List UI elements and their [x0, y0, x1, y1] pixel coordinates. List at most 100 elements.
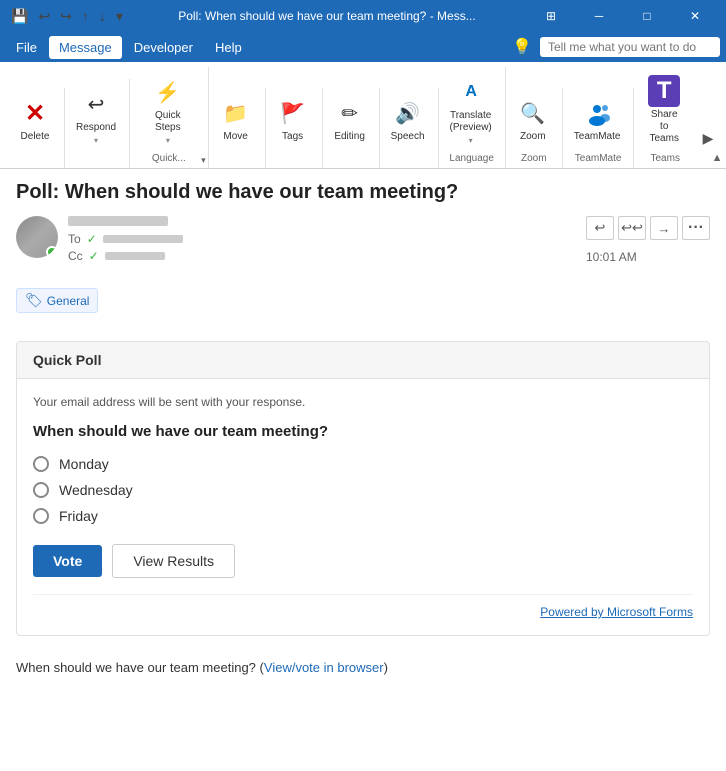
title-bar: 💾 ↩ ↪ ↑ ↓ ▾ Poll: When should we have ou…	[0, 0, 726, 32]
view-results-button[interactable]: View Results	[112, 544, 235, 578]
poll-footer: Powered by Microsoft Forms	[33, 594, 693, 619]
ribbon-group-tags: 🚩 Tags	[266, 88, 323, 168]
list-item[interactable]: Friday	[33, 508, 693, 524]
nav-time-area: ↩ ↩↩ → ··· 10:01 AM	[586, 216, 710, 264]
ribbon-group-teammate: TeamMate TeamMate	[563, 88, 635, 168]
share-teams-label: Share toTeams	[645, 109, 683, 145]
editing-button[interactable]: ✏ Editing	[327, 92, 373, 148]
poll-notice: Your email address will be sent with you…	[33, 395, 693, 409]
view-vote-browser-link[interactable]: View/vote in browser	[264, 660, 384, 675]
ribbon-group-zoom: 🔍 Zoom Zoom	[506, 88, 563, 168]
ribbon-group-move: 📁 Move	[209, 88, 266, 168]
radio-wednesday[interactable]	[33, 482, 49, 498]
vote-button[interactable]: Vote	[33, 545, 102, 577]
reply-all-button[interactable]: ↩↩	[618, 216, 646, 240]
email-nav-buttons: ↩ ↩↩ → ···	[586, 216, 710, 240]
category-area: 🏷 General	[16, 288, 710, 327]
forward-button[interactable]: →	[650, 216, 678, 240]
poll-card: Quick Poll Your email address will be se…	[16, 341, 710, 636]
window-title: Poll: When should we have our team meeti…	[126, 9, 528, 23]
ribbon-collapse-button[interactable]: ▲	[708, 148, 726, 168]
sender-name-placeholder	[68, 216, 168, 226]
to-check-icon: ✓	[87, 232, 97, 246]
microsoft-forms-link[interactable]: Powered by Microsoft Forms	[540, 605, 693, 619]
email-meta-info: To ✓ Cc ✓	[68, 216, 586, 266]
restore-button[interactable]: □	[624, 0, 670, 32]
redo-icon[interactable]: ↪	[57, 6, 75, 27]
list-item[interactable]: Wednesday	[33, 482, 693, 498]
radio-monday[interactable]	[33, 456, 49, 472]
layout-button[interactable]: ⊞	[528, 0, 574, 32]
poll-header: Quick Poll	[17, 342, 709, 379]
delete-label: Delete	[21, 131, 50, 143]
qat-toolbar[interactable]: 💾 ↩ ↪ ↑ ↓ ▾	[8, 6, 126, 27]
poll-body: Your email address will be sent with you…	[17, 379, 709, 635]
radio-friday[interactable]	[33, 508, 49, 524]
email-meta: To ✓ Cc ✓	[16, 216, 586, 278]
tags-button[interactable]: 🚩 Tags	[270, 92, 316, 148]
move-label: Move	[223, 131, 247, 143]
speech-label: Speech	[391, 131, 425, 143]
zoom-group-label: Zoom	[506, 153, 562, 164]
list-item[interactable]: Monday	[33, 456, 693, 472]
email-content-area: Poll: When should we have our team meeti…	[0, 169, 726, 771]
ribbon-group-delete: ✕ Delete	[8, 88, 65, 168]
ribbon-group-respond: ↩ Respond ▾	[65, 79, 130, 168]
speech-button[interactable]: 🔊 Speech	[384, 92, 432, 148]
email-subject: Poll: When should we have our team meeti…	[16, 181, 710, 204]
language-group-label: Language	[439, 153, 505, 164]
zoom-button[interactable]: 🔍 Zoom	[510, 92, 556, 148]
tell-me-input[interactable]	[540, 37, 720, 57]
respond-button[interactable]: ↩ Respond ▾	[69, 83, 123, 150]
delete-button[interactable]: ✕ Delete	[12, 92, 58, 148]
cc-value	[105, 252, 165, 260]
menu-bar: File Message Developer Help 💡	[0, 32, 726, 62]
menu-message[interactable]: Message	[49, 36, 122, 59]
sender-avatar	[16, 216, 58, 258]
close-button[interactable]: ✕	[672, 0, 718, 32]
share-teams-button[interactable]: T Share toTeams	[638, 70, 690, 150]
cc-row: Cc ✓	[68, 249, 586, 263]
more-actions-button[interactable]: ···	[682, 216, 710, 240]
category-tag[interactable]: 🏷 General	[16, 288, 98, 313]
cc-label: Cc	[68, 249, 83, 263]
ribbon-collapse-area[interactable]: ▲	[708, 62, 726, 168]
quick-steps-group-label: Quick...	[130, 153, 208, 164]
teammate-group-label: TeamMate	[563, 153, 634, 164]
ribbon-group-quick-steps: ⚡ Quick Steps ▾ Quick... ▾	[130, 67, 209, 168]
upload-icon[interactable]: ↑	[79, 6, 92, 26]
translate-label: Translate (Preview)	[450, 110, 492, 134]
ribbon-group-editing: ✏ Editing	[323, 88, 380, 168]
translate-button[interactable]: A Translate (Preview) ▾	[443, 71, 499, 150]
ribbon-group-teams: T Share toTeams Teams	[634, 66, 696, 168]
download-icon[interactable]: ↓	[96, 6, 109, 26]
option-friday: Friday	[59, 508, 98, 524]
respond-label: Respond	[76, 122, 116, 134]
tags-label: Tags	[282, 131, 303, 143]
option-monday: Monday	[59, 456, 109, 472]
save-icon[interactable]: 💾	[8, 6, 31, 27]
quick-steps-expand[interactable]: ▾	[201, 155, 206, 166]
cc-check-icon: ✓	[89, 249, 99, 263]
move-button[interactable]: 📁 Move	[213, 92, 259, 148]
menu-developer[interactable]: Developer	[124, 36, 203, 59]
minimize-button[interactable]: ─	[576, 0, 622, 32]
poll-question: When should we have our team meeting?	[33, 423, 693, 440]
customize-qat-icon[interactable]: ▾	[113, 6, 126, 27]
quick-steps-button[interactable]: ⚡ Quick Steps ▾	[134, 71, 202, 150]
category-label: General	[47, 294, 90, 308]
undo-icon[interactable]: ↩	[35, 6, 53, 27]
teammate-button[interactable]: TeamMate	[567, 92, 628, 148]
email-footer: When should we have our team meeting? (V…	[16, 652, 710, 683]
teammate-label: TeamMate	[574, 131, 621, 143]
reply-button[interactable]: ↩	[586, 216, 614, 240]
poll-actions: Vote View Results	[33, 544, 693, 578]
footer-text: When should we have our team meeting?	[16, 660, 256, 675]
poll-options: Monday Wednesday Friday	[33, 456, 693, 524]
menu-help[interactable]: Help	[205, 36, 252, 59]
to-label: To	[68, 232, 81, 246]
email-time: 10:01 AM	[586, 250, 637, 264]
window-controls[interactable]: ⊞ ─ □ ✕	[528, 0, 718, 32]
menu-file[interactable]: File	[6, 36, 47, 59]
teams-group-label: Teams	[634, 153, 696, 164]
